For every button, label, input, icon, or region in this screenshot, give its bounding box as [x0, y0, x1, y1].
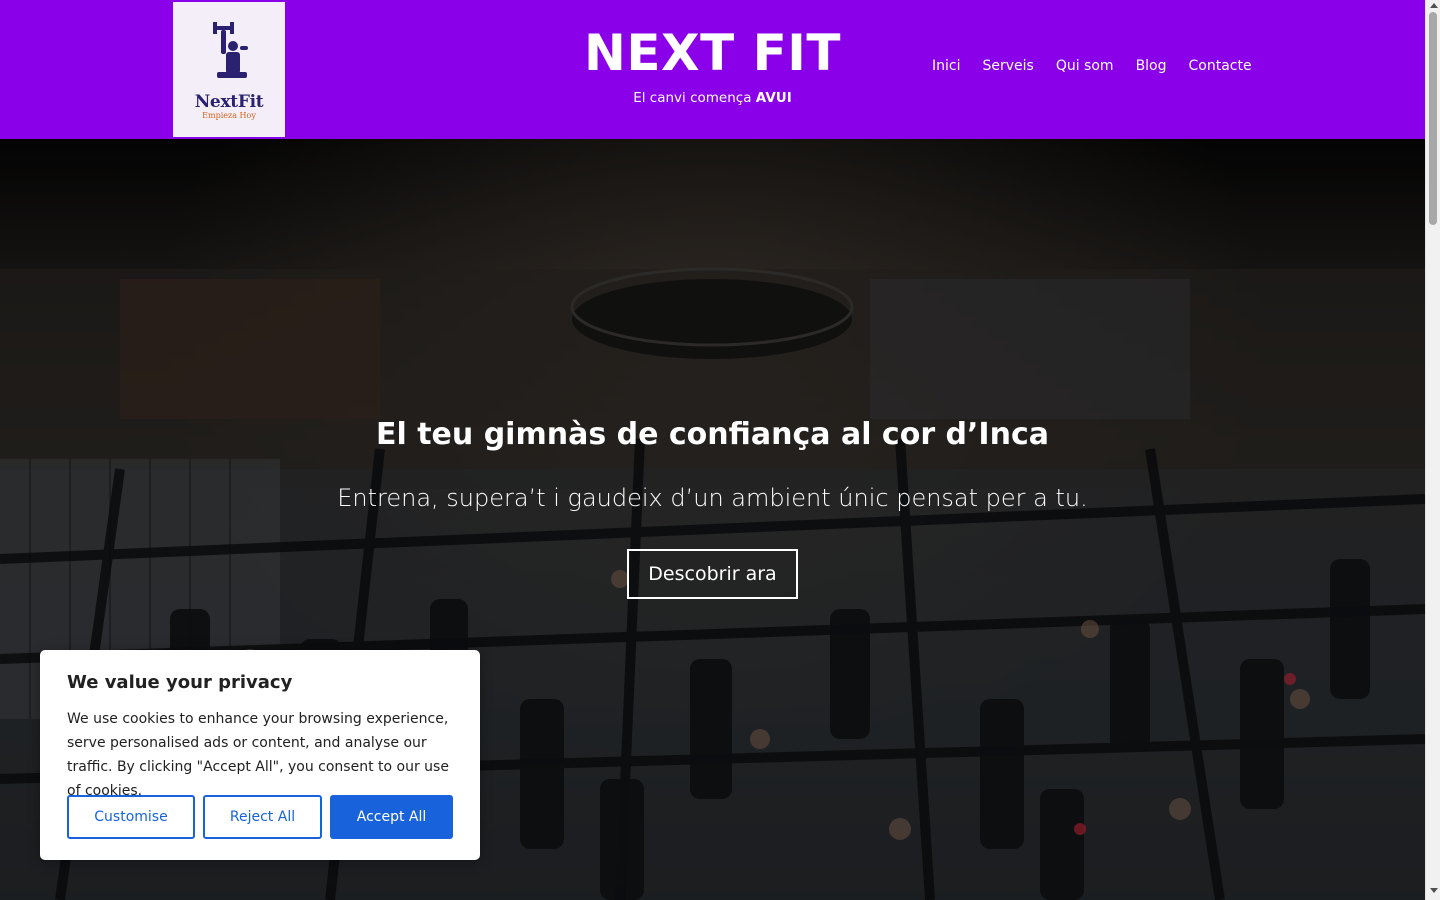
customise-button[interactable]: Customise: [67, 795, 195, 839]
scrollbar-thumb[interactable]: [1429, 12, 1437, 225]
logo-tagline: Empieza Hoy: [202, 111, 256, 120]
hero-heading: El teu gimnàs de confiança al cor d’Inca: [376, 417, 1049, 452]
accept-all-button[interactable]: Accept All: [330, 795, 453, 839]
cookie-banner-title: We value your privacy: [67, 672, 293, 693]
scroll-up-arrow-icon[interactable]: [1430, 3, 1438, 8]
hero-subheading: Entrena, supera’t i gaudeix d’un ambient…: [337, 484, 1088, 512]
scroll-down-arrow-icon[interactable]: [1430, 888, 1438, 893]
nav-item-qui-som[interactable]: Qui som: [1056, 58, 1114, 74]
nav-item-contacte[interactable]: Contacte: [1189, 58, 1252, 74]
cookie-banner-text: We use cookies to enhance your browsing …: [67, 711, 449, 799]
page-scrollbar[interactable]: [1425, 0, 1440, 900]
tagline-prefix: El canvi comença: [633, 90, 752, 106]
discover-button[interactable]: Descobrir ara: [627, 549, 798, 599]
nav-item-inici[interactable]: Inici: [932, 58, 960, 74]
nav-item-blog[interactable]: Blog: [1136, 58, 1167, 74]
site-tagline: El canvi comença AVUI: [0, 90, 1425, 106]
cookie-consent-banner: We value your privacy We use cookies to …: [40, 650, 480, 860]
reject-all-button[interactable]: Reject All: [203, 795, 322, 839]
site-header: NextFit Empieza Hoy NEXT FIT El canvi co…: [0, 0, 1425, 139]
main-nav: Inici Serveis Qui som Blog Contacte: [932, 58, 1274, 74]
nav-item-serveis[interactable]: Serveis: [982, 58, 1033, 74]
tagline-bold: AVUI: [755, 90, 792, 106]
